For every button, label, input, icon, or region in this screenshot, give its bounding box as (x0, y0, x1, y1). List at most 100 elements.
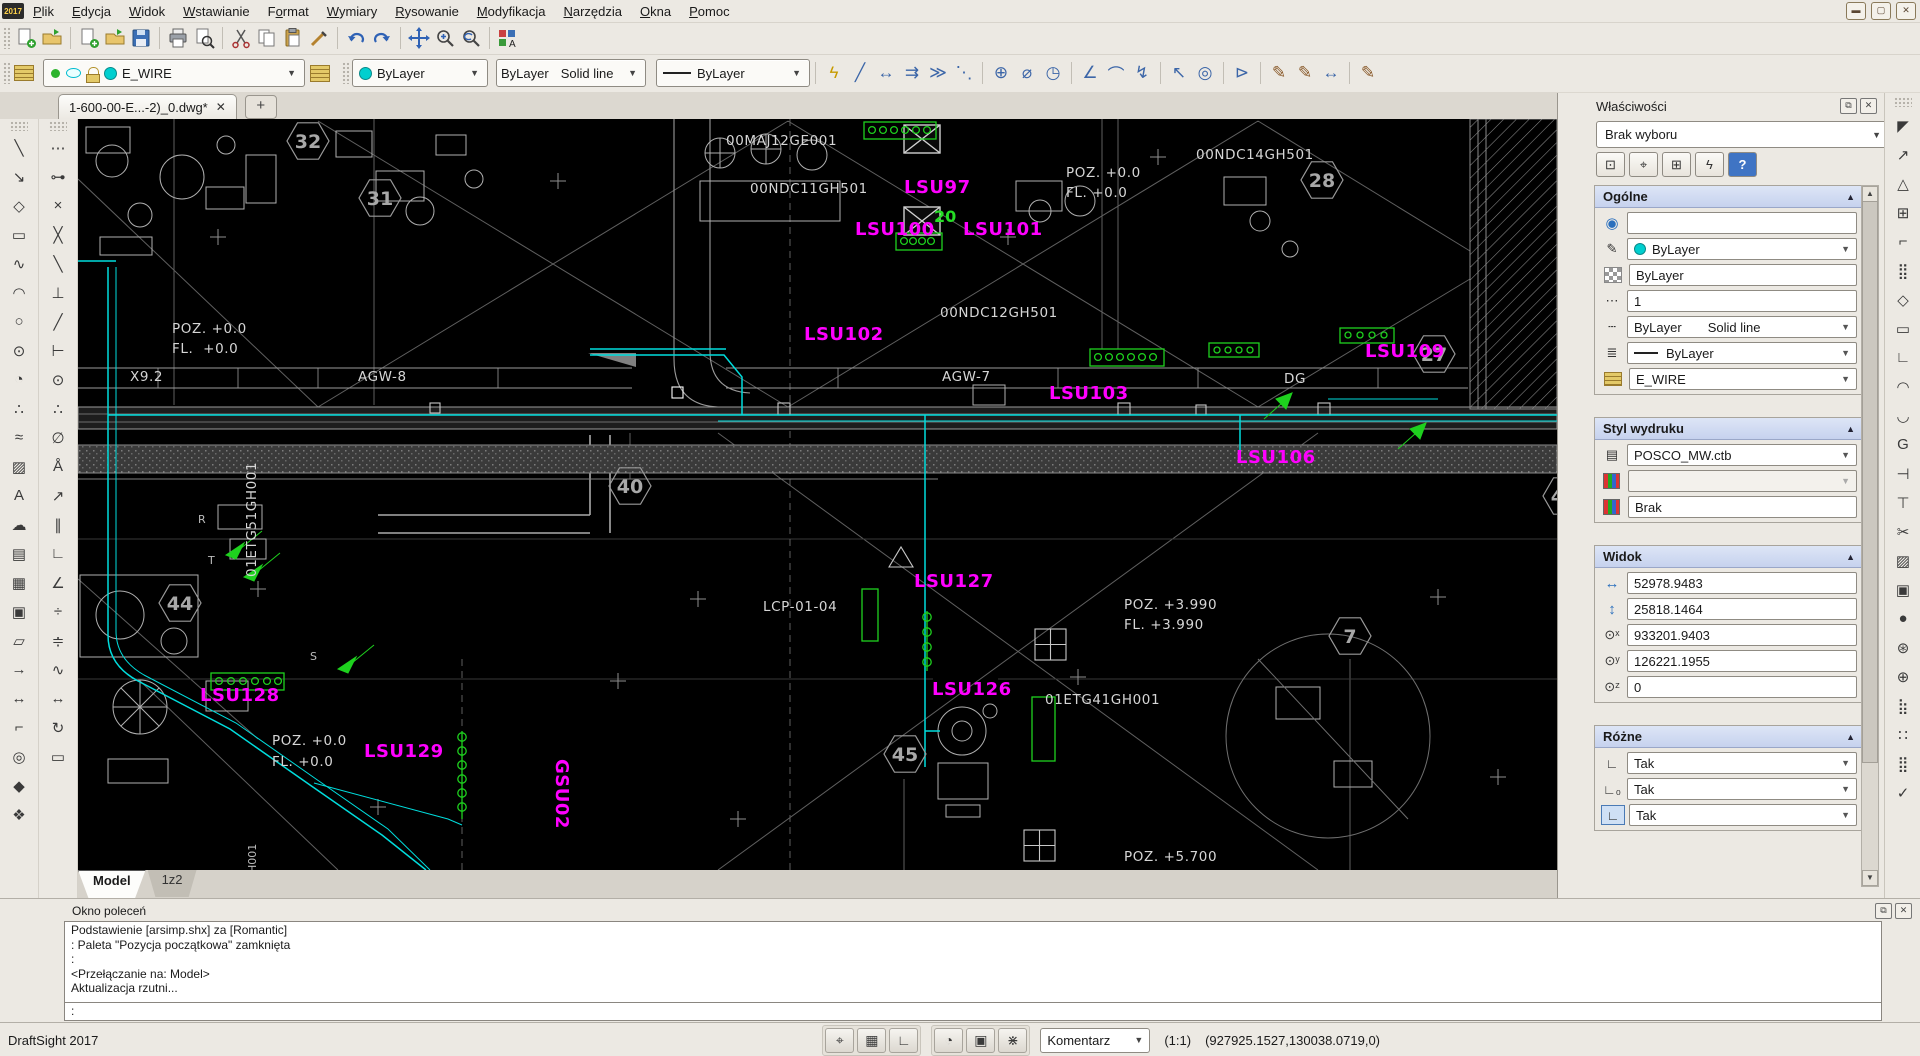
section-header[interactable]: Ogólne▲ (1595, 186, 1863, 208)
pan-button[interactable] (406, 25, 432, 51)
menu-edycja[interactable]: Edycja (63, 2, 120, 21)
curve-blend-tool[interactable]: ⊣ (1890, 461, 1916, 486)
section-header[interactable]: Widok▲ (1595, 546, 1863, 568)
refresh-tool[interactable]: ▭ (45, 744, 71, 769)
collapse-icon[interactable]: ▲ (1846, 732, 1855, 742)
save-button[interactable] (128, 25, 154, 51)
dimension-width-button[interactable]: ↔ (1318, 61, 1344, 85)
close-panel-icon[interactable]: ✕ (1895, 903, 1912, 919)
close-tab-icon[interactable]: ✕ (216, 100, 226, 114)
text-angle-tool[interactable]: Å (45, 454, 71, 479)
section-header[interactable]: Różne▲ (1595, 726, 1863, 748)
select-cursor-button[interactable]: ⌖ (1629, 152, 1658, 177)
block-tool[interactable]: ❖ (6, 802, 32, 827)
document-tab[interactable]: 1-600-00-E...-2)_0.dwg* ✕ (58, 94, 237, 119)
lineweight-combo[interactable]: ByLayer ▼ (656, 59, 810, 87)
menu-widok[interactable]: Widok (120, 2, 174, 21)
linetype-value[interactable]: ByLayerSolid line▼ (1627, 316, 1857, 338)
polygon-tool[interactable]: ◇ (6, 193, 32, 218)
note-tool[interactable]: ▤ (6, 541, 32, 566)
pattern-edit-tool[interactable]: ∷ (1890, 722, 1916, 747)
perpendicular-line-tool[interactable]: ╱ (45, 309, 71, 334)
line-midpoint-tool[interactable]: ⊢ (45, 338, 71, 363)
undo-button[interactable] (343, 25, 369, 51)
snap-toggle[interactable]: ⌖ (825, 1028, 854, 1053)
linetype-combo[interactable]: ByLayer Solid line ▼ (496, 59, 646, 87)
collapse-icon[interactable]: ▲ (1846, 192, 1855, 202)
split-tool[interactable]: × (45, 193, 71, 218)
add-fillet-tool[interactable]: ◡ (1890, 403, 1916, 428)
menu-wymiary[interactable]: Wymiary (318, 2, 386, 21)
help-button[interactable]: ? (1728, 152, 1757, 177)
transparency-value[interactable]: ByLayer (1629, 264, 1857, 286)
print-style-colors-value[interactable]: ▼ (1628, 470, 1857, 492)
open-drawing-button[interactable] (39, 25, 65, 51)
section-header[interactable]: Styl wydruku▲ (1595, 418, 1863, 440)
move-reference-tool[interactable]: ↗ (45, 483, 71, 508)
linetype-scale-value[interactable]: 1 (1627, 290, 1857, 312)
center-y-value[interactable]: 126221.1955 (1627, 650, 1857, 672)
menu-format[interactable]: Format (259, 2, 318, 21)
zoom-window-button[interactable] (432, 25, 458, 51)
annotation-leader-button[interactable]: ↖ (1166, 61, 1192, 85)
select-window-button[interactable]: ⊞ (1662, 152, 1691, 177)
layer-tools-icon[interactable] (13, 60, 39, 86)
rectangle-tool[interactable]: ▭ (6, 222, 32, 247)
converge-tool[interactable]: ⊤ (1890, 490, 1916, 515)
aligned-dimension-button[interactable]: ╱ (847, 61, 873, 85)
balloon-button[interactable]: ◎ (1192, 61, 1218, 85)
ellipse-tool[interactable]: ⊙ (6, 338, 32, 363)
circle-pattern-tool[interactable]: ∴ (45, 396, 71, 421)
menu-narzędzia[interactable]: Narzędzia (554, 2, 631, 21)
revision-cloud-tool[interactable]: ☁ (6, 512, 32, 537)
continue-dimension-button[interactable]: ≫ (925, 61, 951, 85)
check-standards-tool[interactable]: ✓ (1890, 780, 1916, 805)
arc-tool[interactable]: ◠ (6, 280, 32, 305)
hatch-edit-tool[interactable]: ▣ (1890, 577, 1916, 602)
donut-tool[interactable]: ◎ (6, 744, 32, 769)
spline-tool[interactable]: ∿ (6, 251, 32, 276)
cut-button[interactable] (228, 25, 254, 51)
toolbar-grip[interactable] (342, 62, 349, 84)
mirror-tool[interactable]: △ (1890, 171, 1916, 196)
extend-tool[interactable]: ∟ (1890, 345, 1916, 370)
scroll-up-icon[interactable]: ▲ (1862, 186, 1878, 202)
polar-toggle[interactable]: ◔ (934, 1028, 963, 1053)
open-sheet-button[interactable] (102, 25, 128, 51)
view-width-value[interactable]: 52978.9483 (1627, 572, 1857, 594)
wipeout-tool[interactable]: ▱ (6, 628, 32, 653)
menu-okna[interactable]: Okna (631, 2, 680, 21)
ray-tool[interactable]: → (6, 657, 32, 682)
ordinate-dimension-button[interactable]: ⋱ (951, 61, 977, 85)
freehand-tool[interactable]: ≈ (6, 425, 32, 450)
menu-modyfikacja[interactable]: Modyfikacja (468, 2, 555, 21)
center-mark-button[interactable]: ⊕ (988, 61, 1014, 85)
line-tool[interactable]: ╲ (6, 135, 32, 160)
redo-button[interactable] (369, 25, 395, 51)
erase-tool[interactable]: ◤ (1890, 113, 1916, 138)
center-z-value[interactable]: 0 (1627, 676, 1857, 698)
explode-attributes-tool[interactable]: ⣷ (1890, 693, 1916, 718)
property-painter-button[interactable] (306, 25, 332, 51)
explode-tool[interactable]: ⊕ (1890, 664, 1916, 689)
properties-scrollbar[interactable]: ▲ ▼ (1861, 185, 1879, 887)
edit-dimension-button[interactable]: ✎ (1292, 61, 1318, 85)
scrollbar-thumb[interactable] (1862, 201, 1878, 763)
table-tool[interactable]: ▦ (6, 570, 32, 595)
datum-target-button[interactable]: ⊳ (1229, 61, 1255, 85)
corner-trim-tool[interactable]: ╲ (45, 251, 71, 276)
command-history[interactable]: Podstawienie [arsimp.shx] za [Romantic]:… (64, 921, 1882, 1003)
trim-scissors-tool[interactable]: ▨ (1890, 548, 1916, 573)
segment-tool[interactable]: ⊥ (45, 280, 71, 305)
order-overlap-tool[interactable]: ● (1890, 606, 1916, 631)
toolbar-grip[interactable] (3, 27, 10, 49)
point-offset-tool[interactable]: ⊶ (45, 164, 71, 189)
command-input[interactable]: : (64, 1002, 1882, 1021)
solid-tool[interactable]: ◆ (6, 773, 32, 798)
lineweight-value[interactable]: ByLayer▼ (1627, 342, 1857, 364)
diameter-dimension-button[interactable]: ⌀ (1014, 61, 1040, 85)
mark-measure-tool[interactable]: ∿ (45, 657, 71, 682)
view-height-value[interactable]: 25818.1464 (1627, 598, 1857, 620)
menu-wstawianie[interactable]: Wstawianie (174, 2, 258, 21)
print-button[interactable] (165, 25, 191, 51)
